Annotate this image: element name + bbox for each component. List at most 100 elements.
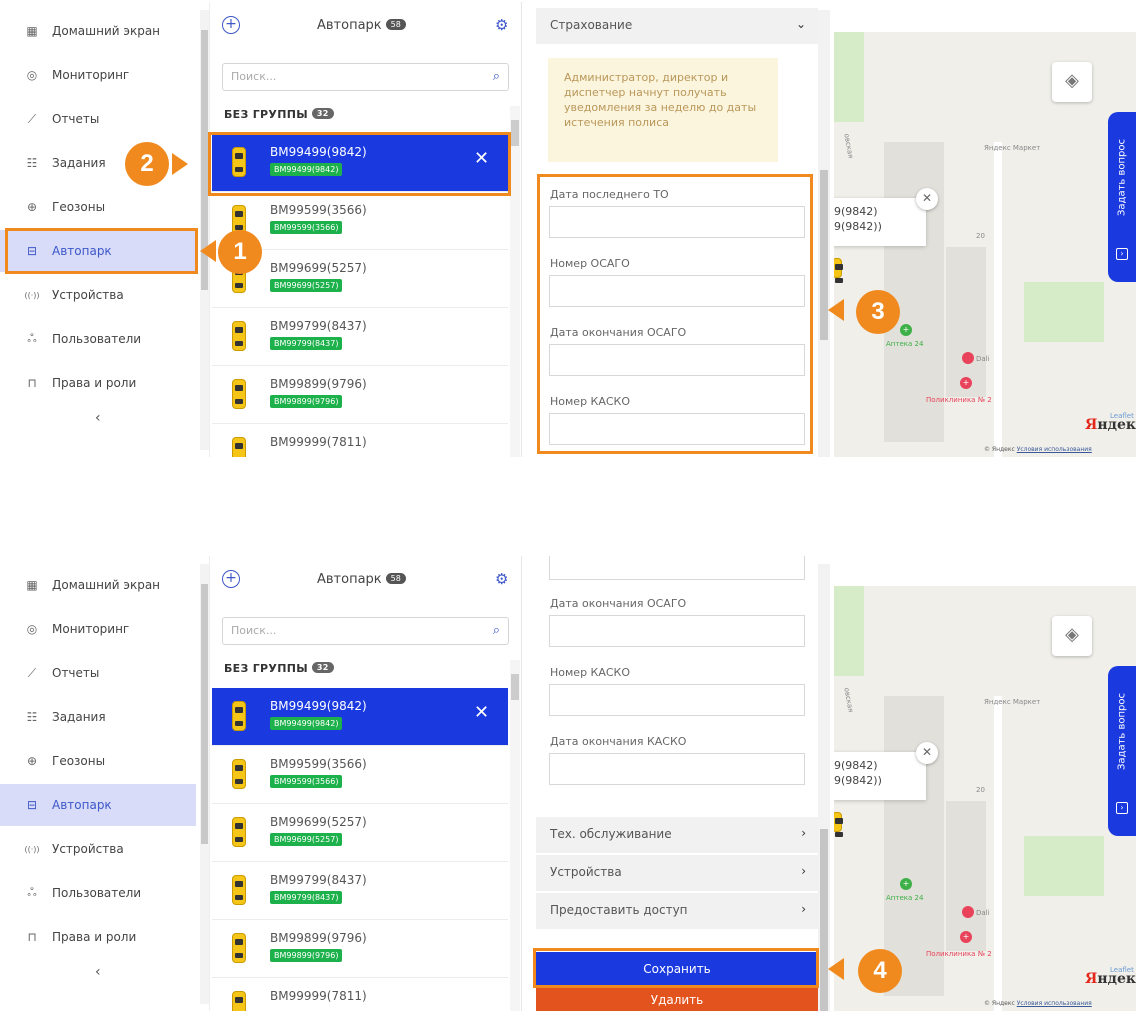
search-icon[interactable]: ⌕ [493,623,500,638]
cafe-pin-icon[interactable] [962,352,974,364]
taxi-car-icon[interactable] [834,812,843,837]
taxi-car-icon [232,991,246,1011]
sidebar-item-geozones[interactable]: ⊕ Геозоны [0,740,196,782]
vehicle-row[interactable]: BM99699(5257) BM99699(5257) [212,804,508,862]
ask-question-button[interactable]: Задать вопрос › [1108,666,1136,836]
vehicle-row[interactable]: BM99499(9842) BM99499(9842) ✕ [212,688,508,746]
terms-link[interactable]: Условия использования [1017,1000,1092,1007]
map-view[interactable]: овская Яндекс Маркет 20 + Аптека 24 Dali… [834,2,1136,457]
ask-question-button[interactable]: Задать вопрос › [1108,112,1136,282]
sidebar-item-reports[interactable]: ⟋ Отчеты [0,98,196,140]
insurance-notice: Администратор, директор и диспетчер начн… [548,58,778,162]
clinic-pin-icon[interactable]: + [960,931,972,943]
list-scrollbar[interactable] [510,660,520,1011]
taxi-car-icon[interactable] [834,258,843,283]
osago-end-date-field[interactable] [549,344,805,376]
layers-icon[interactable]: ◈ [1052,62,1092,102]
collapse-sidebar-button[interactable]: ‹ [95,964,101,980]
sidebar-item-label: Геозоны [52,754,106,768]
vehicle-row[interactable]: BM99899(9796) BM99899(9796) [212,366,508,424]
vehicle-row[interactable]: BM99499(9842) BM99499(9842) ✕ [212,134,508,192]
sidebar-item-users[interactable]: ஃ Пользователи [0,872,196,914]
sidebar-item-reports[interactable]: ⟋ Отчеты [0,652,196,694]
group-header[interactable]: БЕЗ ГРУППЫ 32 [224,662,334,675]
vehicle-row[interactable]: BM99799(8437) BM99799(8437) [212,308,508,366]
taxi-car-icon [232,437,246,457]
taxi-car-icon [232,321,246,351]
add-vehicle-button[interactable]: + [222,570,240,588]
group-count-badge: 32 [311,662,334,673]
insurance-section-header[interactable]: Страхование ⌄ [536,8,818,44]
vehicle-row[interactable]: BM99999(7811) [212,978,508,1011]
sidebar-item-label: Устройства [52,288,124,302]
screenshot-step-bottom: ▦ Домашний экран ◎ Мониторинг ⟋ Отчеты ☷ Зад… [0,556,1136,1011]
last-inspection-date-field[interactable] [549,206,805,238]
save-button[interactable]: Сохранить [536,952,818,986]
home-screen-icon: ▦ [26,578,38,592]
sidebar-item-tasks[interactable]: ☷ Задания [0,696,196,738]
form-scrollbar[interactable] [818,564,830,1011]
maintenance-section-header[interactable]: Тех. обслуживание › [536,817,818,853]
sidebar-item-devices[interactable]: ((·)) Устройства [0,828,196,870]
sidebar-item-fleet[interactable]: ⊟ Автопарк [0,784,196,826]
kasko-number-field[interactable] [549,413,805,445]
field-label: Дата окончания ОСАГО [550,597,687,610]
list-scrollbar[interactable] [510,106,520,457]
close-icon[interactable]: ✕ [474,702,489,723]
form-scrollbar[interactable] [818,10,830,457]
poi-label: Поликлиника № 2 [926,950,992,958]
sidebar-item-devices[interactable]: ((·)) Устройства [0,274,196,316]
osago-end-date-field[interactable] [549,615,805,647]
vehicle-name: BM99999(7811) [270,435,367,449]
sidebar-item-users[interactable]: ஃ Пользователи [0,318,196,360]
devices-section-header[interactable]: Устройства › [536,855,818,891]
gear-icon[interactable]: ⚙ [495,16,508,34]
search-icon[interactable]: ⌕ [493,69,500,84]
vehicle-name: BM99499(9842) [270,145,367,159]
sidebar-item-geozones[interactable]: ⊕ Геозоны [0,186,196,228]
house-number-label: 20 [976,786,985,794]
vehicle-row[interactable]: BM99899(9796) BM99899(9796) [212,920,508,978]
poi-label: Поликлиника № 2 [926,396,992,404]
osago-number-field[interactable] [549,275,805,307]
close-icon[interactable]: ✕ [474,148,489,169]
group-header[interactable]: БЕЗ ГРУППЫ 32 [224,108,334,121]
terms-link[interactable]: Условия использования [1017,446,1092,453]
add-vehicle-button[interactable]: + [222,16,240,34]
pharmacy-pin-icon[interactable]: + [900,324,912,336]
vehicle-name: BM99799(8437) [270,319,367,333]
chart-line-icon: ⟋ [27,665,37,680]
sidebar-item-monitoring[interactable]: ◎ Мониторинг [0,608,196,650]
sidebar-item-fleet[interactable]: ⊟ Автопарк [0,230,196,272]
share-access-section-header[interactable]: Предоставить доступ › [536,893,818,929]
gear-icon[interactable]: ⚙ [495,570,508,588]
delete-button[interactable]: Удалить [536,988,818,1011]
location-pin-icon: ◎ [26,622,38,636]
vehicle-row[interactable]: BM99999(7811) [212,424,508,457]
vehicle-row[interactable]: BM99799(8437) BM99799(8437) [212,862,508,920]
pharmacy-pin-icon[interactable]: + [900,878,912,890]
form-input[interactable] [549,556,805,580]
map-view[interactable]: овская Яндекс Маркет 20 + Аптека 24 Dali… [834,556,1136,1011]
kasko-end-date-field[interactable] [549,753,805,785]
sidebar-scrollbar[interactable] [200,10,209,450]
close-icon[interactable]: ✕ [916,742,938,764]
close-icon[interactable]: ✕ [916,188,938,210]
search-input[interactable] [223,64,473,89]
taxi-car-icon [232,379,246,409]
street-label: овская [842,132,855,160]
sidebar-item-monitoring[interactable]: ◎ Мониторинг [0,54,196,96]
collapse-sidebar-button[interactable]: ‹ [95,410,101,426]
sidebar-item-roles[interactable]: ⊓ Права и роли [0,362,196,404]
layers-icon[interactable]: ◈ [1052,616,1092,656]
sidebar-item-home[interactable]: ▦ Домашний экран [0,10,196,52]
sidebar-scrollbar[interactable] [200,564,209,1004]
sidebar-item-home[interactable]: ▦ Домашний экран [0,564,196,606]
kasko-number-field[interactable] [549,684,805,716]
search-input[interactable] [223,618,473,643]
sidebar-item-roles[interactable]: ⊓ Права и роли [0,916,196,958]
fleet-title: Автопарк 58 [317,572,406,587]
vehicle-row[interactable]: BM99599(3566) BM99599(3566) [212,746,508,804]
clinic-pin-icon[interactable]: + [960,377,972,389]
cafe-pin-icon[interactable] [962,906,974,918]
